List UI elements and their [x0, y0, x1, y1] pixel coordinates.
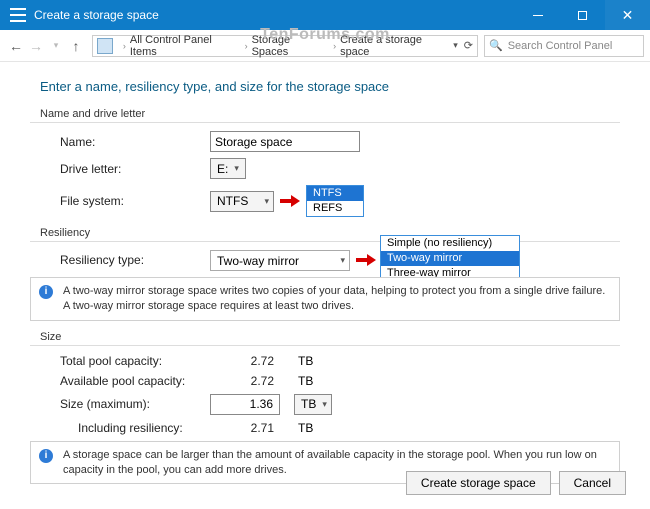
breadcrumb-item[interactable]: Create a storage space [340, 34, 453, 58]
controlpanel-icon [97, 38, 113, 54]
filesystem-options-open[interactable]: NTFS REFS [306, 185, 364, 217]
annotation-arrow-icon [356, 253, 376, 267]
back-button[interactable]: ← [6, 38, 26, 54]
avail-pool-unit: TB [298, 374, 313, 388]
content-area: Enter a name, resiliency type, and size … [0, 62, 650, 484]
button-bar: Create storage space Cancel [406, 471, 626, 495]
resiliency-type-dropdown[interactable]: Two-way mirror▾ [210, 250, 350, 271]
controlpanel-icon [10, 8, 26, 22]
avail-pool-label: Available pool capacity: [60, 374, 210, 388]
cancel-button[interactable]: Cancel [559, 471, 626, 495]
divider [30, 241, 620, 242]
resiliency-option[interactable]: Two-way mirror [381, 251, 519, 266]
recent-dropdown[interactable]: ▾ [46, 40, 66, 51]
size-max-label: Size (maximum): [60, 397, 210, 411]
section-size: Size [40, 331, 620, 343]
search-input[interactable]: 🔍 Search Control Panel [484, 35, 644, 57]
breadcrumb-item[interactable]: Storage Spaces [252, 34, 329, 58]
divider [30, 345, 620, 346]
filesystem-label: File system: [60, 194, 210, 208]
breadcrumb[interactable]: › All Control Panel Items › Storage Spac… [92, 35, 478, 57]
titlebar: Create a storage space ✕ [0, 0, 650, 30]
size-unit-dropdown[interactable]: TB▾ [294, 394, 332, 415]
minimize-button[interactable] [515, 0, 560, 30]
breadcrumb-dropdown-icon[interactable]: ▾ [453, 40, 458, 51]
total-pool-value: 2.72 [210, 354, 280, 368]
window-title: Create a storage space [34, 8, 159, 22]
up-button[interactable]: ↑ [66, 38, 86, 54]
window-controls: ✕ [515, 0, 650, 30]
page-heading: Enter a name, resiliency type, and size … [40, 79, 620, 94]
forward-button[interactable]: → [26, 38, 46, 54]
maximize-button[interactable] [560, 0, 605, 30]
name-input[interactable] [210, 131, 360, 152]
total-pool-label: Total pool capacity: [60, 354, 210, 368]
filesystem-option[interactable]: REFS [307, 201, 363, 216]
breadcrumb-item[interactable]: All Control Panel Items [130, 34, 241, 58]
section-name-drive: Name and drive letter [40, 108, 620, 120]
create-storage-space-button[interactable]: Create storage space [406, 471, 551, 495]
drive-letter-label: Drive letter: [60, 162, 210, 176]
resiliency-option[interactable]: Simple (no resiliency) [381, 236, 519, 251]
drive-letter-dropdown[interactable]: E:▾ [210, 158, 246, 179]
total-pool-unit: TB [298, 354, 313, 368]
incl-res-label: Including resiliency: [60, 421, 210, 435]
avail-pool-value: 2.72 [210, 374, 280, 388]
divider [30, 122, 620, 123]
close-button[interactable]: ✕ [605, 0, 650, 30]
info-icon: i [39, 285, 53, 299]
navbar: ← → ▾ ↑ › All Control Panel Items › Stor… [0, 30, 650, 62]
section-resiliency: Resiliency [40, 227, 620, 239]
size-max-input[interactable] [210, 394, 280, 415]
annotation-arrow-icon [280, 194, 300, 208]
search-icon: 🔍 [489, 39, 503, 52]
incl-res-value: 2.71 [210, 421, 280, 435]
name-label: Name: [60, 135, 210, 149]
resiliency-type-label: Resiliency type: [60, 250, 210, 267]
resiliency-info: i A two-way mirror storage space writes … [30, 277, 620, 321]
search-placeholder: Search Control Panel [508, 40, 613, 52]
filesystem-dropdown[interactable]: NTFS▾ [210, 191, 274, 212]
filesystem-option[interactable]: NTFS [307, 186, 363, 201]
refresh-icon[interactable]: ⟳ [464, 39, 473, 52]
info-icon: i [39, 449, 53, 463]
incl-res-unit: TB [298, 421, 313, 435]
